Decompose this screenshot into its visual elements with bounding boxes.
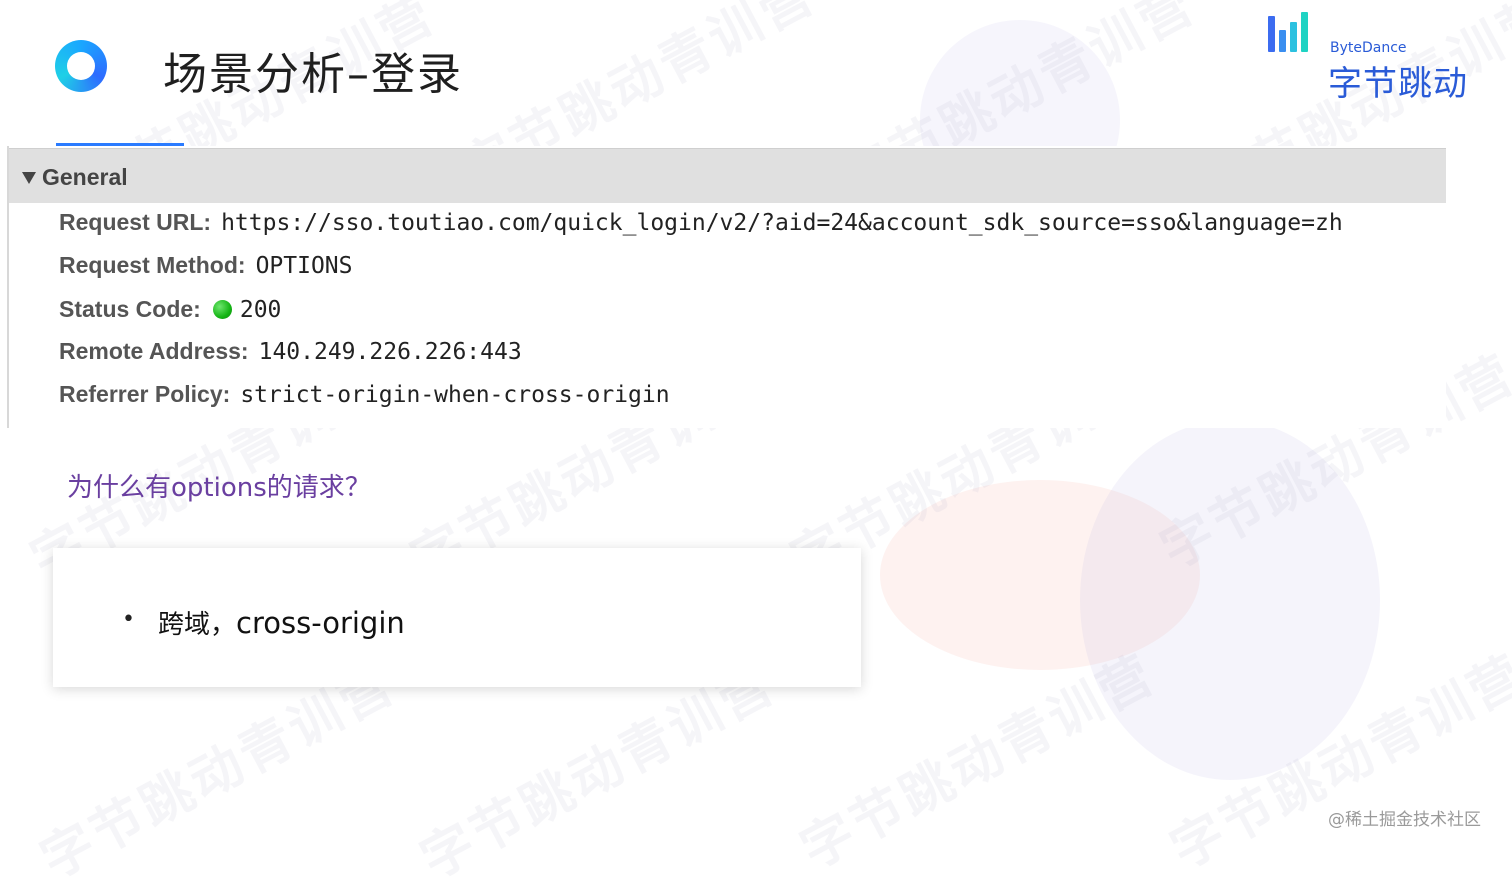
- request-method-row: Request Method: OPTIONS: [59, 252, 353, 282]
- general-panel: General Request URL: https://sso.toutiao.…: [7, 146, 1446, 428]
- status-code-row: Status Code: 200: [59, 296, 281, 326]
- row-value: https://sso.toutiao.com/quick_login/v2/?…: [221, 210, 1343, 236]
- row-key: Request Method:: [59, 252, 246, 278]
- general-section-header[interactable]: General: [9, 148, 1446, 203]
- request-url-row: Request URL: https://sso.toutiao.com/quic…: [59, 209, 1343, 239]
- brand-name-cn: 字节跳动: [1328, 64, 1468, 104]
- answer-text-cn: 跨域，: [158, 610, 237, 640]
- row-key: Referrer Policy:: [59, 381, 231, 407]
- referrer-policy-row: Referrer Policy: strict-origin-when-cross…: [59, 381, 670, 411]
- row-value: 140.249.226.226:443: [258, 339, 522, 365]
- row-key: Request URL:: [59, 209, 212, 235]
- general-section-label: General: [42, 164, 128, 190]
- row-value: OPTIONS: [255, 253, 353, 279]
- row-value: strict-origin-when-cross-origin: [240, 382, 670, 408]
- course-logo-icon: [55, 40, 107, 92]
- status-green-dot-icon: [212, 300, 232, 319]
- brand-name-en: ByteDance: [1330, 40, 1407, 56]
- bytedance-logo: ByteDance 字节跳动: [1266, 12, 1471, 104]
- row-key: Status Code:: [59, 296, 201, 322]
- row-key: Remote Address:: [59, 338, 249, 364]
- caret-down-icon[interactable]: [22, 172, 36, 184]
- page-title: 场景分析–登录: [163, 49, 463, 100]
- question-text: 为什么有options的请求？: [67, 473, 371, 503]
- row-value: 200: [239, 297, 282, 323]
- answer-text-en: cross-origin: [236, 606, 405, 640]
- remote-address-row: Remote Address: 140.249.226.226:443: [59, 338, 522, 368]
- bullet-icon: •: [122, 607, 135, 632]
- footer-credit: @稀土掘金技术社区: [1328, 810, 1481, 830]
- answer-text: 跨域，cross-origin: [158, 604, 405, 641]
